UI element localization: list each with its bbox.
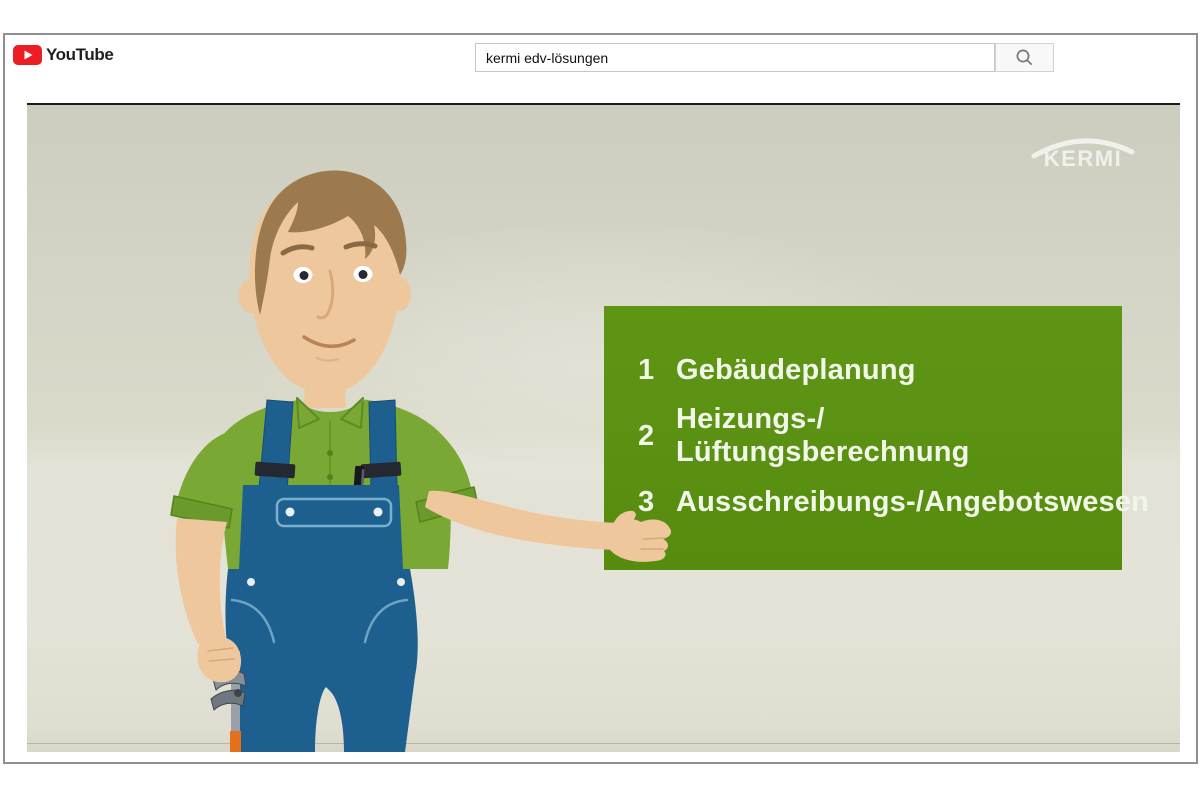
topic-number: 3 <box>638 486 676 519</box>
video-topic-panel: 1 Gebäudeplanung 2 Heizungs-/ Lüftungsbe… <box>604 306 1122 570</box>
youtube-brand-text: YouTube <box>46 45 113 65</box>
browser-page: YouTube KERMI 1 Gebäudeplanung 2 Hei <box>3 33 1198 764</box>
topic-label: Ausschreibungs-/Angebotswesen <box>676 486 1149 519</box>
floor-line <box>27 743 1180 744</box>
topic-number: 2 <box>638 420 676 453</box>
video-player[interactable]: KERMI 1 Gebäudeplanung 2 Heizungs-/ Lüft… <box>27 103 1180 752</box>
search-input[interactable] <box>475 43 995 72</box>
search-icon <box>1014 47 1035 68</box>
search-button[interactable] <box>995 43 1054 72</box>
topic-label: Heizungs-/ Lüftungsberechnung <box>676 403 1122 469</box>
youtube-play-icon <box>13 45 42 65</box>
youtube-logo[interactable]: YouTube <box>13 45 113 65</box>
kermi-watermark: KERMI <box>1030 133 1136 172</box>
topic-number: 1 <box>638 354 676 387</box>
topic-item: 2 Heizungs-/ Lüftungsberechnung <box>604 403 1122 469</box>
video-top-edge <box>27 103 1180 105</box>
topic-item: 3 Ausschreibungs-/Angebotswesen <box>604 469 1122 535</box>
kermi-logo-text: KERMI <box>1030 146 1136 172</box>
topic-item: 1 Gebäudeplanung <box>604 337 1122 403</box>
topic-label: Gebäudeplanung <box>676 354 916 387</box>
